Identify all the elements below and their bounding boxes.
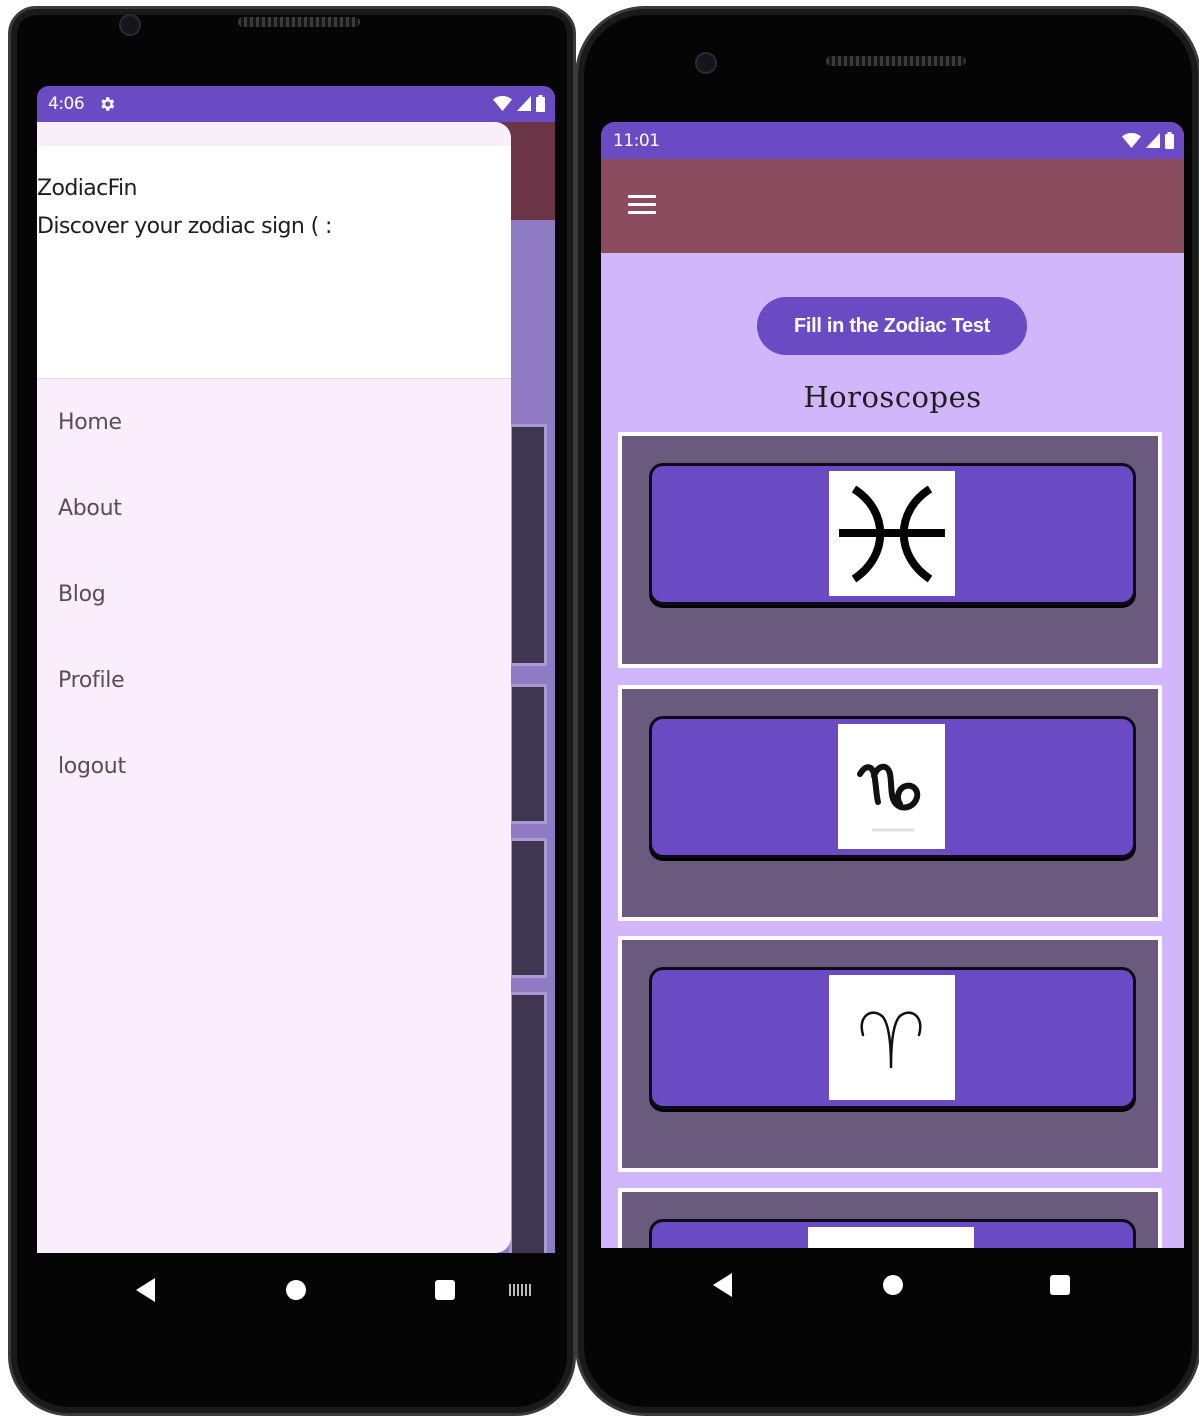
earpiece-speaker: [238, 17, 360, 27]
horoscope-card-behind: [509, 992, 547, 1253]
recents-icon[interactable]: [1050, 1275, 1070, 1295]
cell-signal-icon: [1146, 133, 1160, 148]
keyboard-icon[interactable]: [509, 1284, 531, 1296]
home-icon[interactable]: [286, 1280, 306, 1300]
front-camera: [119, 14, 141, 36]
front-camera: [695, 52, 717, 74]
app-bar: [601, 159, 1184, 253]
drawer-app-name: ZodiacFin: [37, 176, 138, 201]
menu-item-home[interactable]: Home: [58, 410, 122, 435]
menu-item-blog[interactable]: Blog: [58, 582, 106, 607]
battery-icon: [1165, 132, 1174, 149]
horoscope-card-behind: [509, 838, 547, 978]
capricorn-symbol-icon: [838, 724, 945, 849]
horoscope-card[interactable]: [618, 1188, 1162, 1248]
horoscope-card-inner: [649, 463, 1136, 605]
right-screen: 11:01 Fill in the Zodiac Test Horoscopes: [601, 122, 1184, 1248]
aries-symbol-icon: [829, 975, 955, 1100]
horoscope-card-capricorn[interactable]: [618, 685, 1162, 921]
cell-signal-icon: [517, 96, 531, 111]
horoscope-card-behind: [509, 684, 547, 824]
battery-icon: [536, 95, 545, 112]
wifi-icon: [1122, 133, 1141, 148]
settings-gear-icon: [98, 95, 116, 117]
pisces-symbol-icon: [829, 471, 955, 596]
home-icon[interactable]: [883, 1275, 903, 1295]
back-icon[interactable]: [136, 1278, 155, 1302]
recents-icon[interactable]: [435, 1280, 455, 1300]
status-time: 11:01: [613, 131, 660, 151]
horoscope-card-inner: [649, 1219, 1136, 1248]
back-icon[interactable]: [713, 1273, 732, 1297]
hamburger-menu-icon[interactable]: [628, 195, 656, 217]
system-icons: [1122, 132, 1174, 149]
menu-item-logout[interactable]: logout: [58, 754, 126, 779]
zodiac-test-button[interactable]: Fill in the Zodiac Test: [757, 297, 1027, 355]
status-bar: 11:01: [601, 122, 1184, 159]
drawer-header: ZodiacFin Discover your zodiac sign ( :: [37, 146, 511, 379]
section-title: Horoscopes: [803, 380, 982, 414]
menu-item-about[interactable]: About: [58, 496, 122, 521]
system-icons: [493, 95, 545, 112]
zodiac-symbol-icon: [808, 1227, 974, 1248]
menu-item-profile[interactable]: Profile: [58, 668, 125, 693]
left-screen: 4:06 ZodiacFin Discover your zodiac sign…: [37, 86, 555, 1253]
drawer-tagline: Discover your zodiac sign ( :: [37, 214, 332, 239]
horoscope-card-pisces[interactable]: [618, 432, 1162, 668]
status-time: 4:06: [48, 94, 85, 114]
horoscope-card-aries[interactable]: [618, 936, 1162, 1172]
horoscope-card-inner: [649, 716, 1136, 858]
status-bar: 4:06: [37, 86, 555, 122]
wifi-icon: [493, 96, 512, 111]
navigation-drawer: ZodiacFin Discover your zodiac sign ( : …: [37, 122, 511, 1253]
horoscope-card-inner: [649, 967, 1136, 1109]
earpiece-speaker: [826, 56, 966, 66]
horoscope-card-behind: [509, 424, 547, 666]
